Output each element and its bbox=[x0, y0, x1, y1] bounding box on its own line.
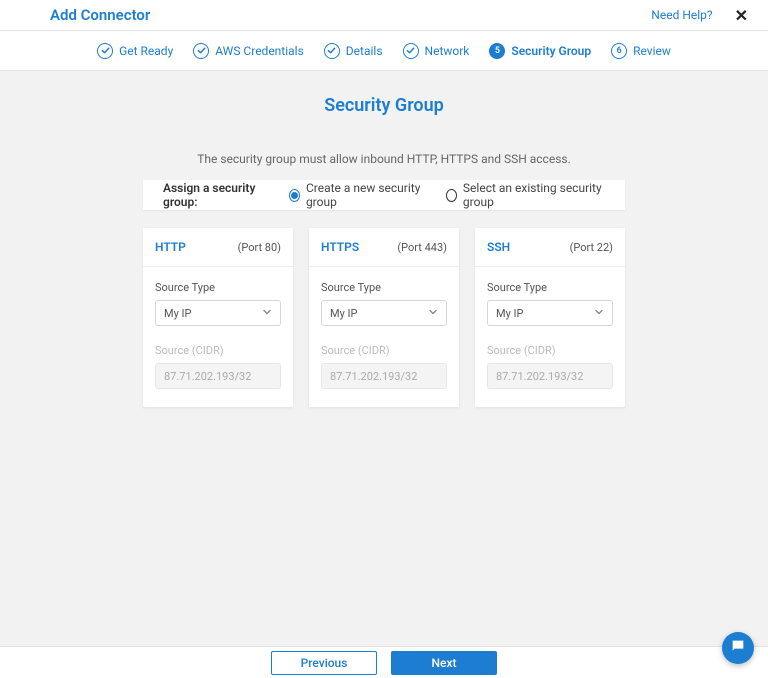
radio-icon bbox=[446, 189, 457, 202]
wizard-header: Add Connector Need Help? ✕ bbox=[0, 0, 768, 31]
next-button[interactable]: Next bbox=[391, 651, 497, 675]
rule-card-header: HTTP (Port 80) bbox=[143, 228, 293, 267]
step-label: Review bbox=[633, 44, 671, 58]
source-type-label: Source Type bbox=[155, 281, 281, 294]
check-icon bbox=[403, 43, 419, 59]
source-type-select[interactable]: My IP bbox=[487, 300, 613, 326]
page-title-header: Add Connector bbox=[50, 6, 150, 24]
step-label: Security Group bbox=[511, 44, 591, 58]
rule-card-http: HTTP (Port 80) Source Type My IP Source … bbox=[143, 228, 293, 407]
step-review[interactable]: 6 Review bbox=[611, 43, 671, 59]
previous-button[interactable]: Previous bbox=[271, 651, 377, 675]
select-value: My IP bbox=[496, 307, 523, 320]
radio-select-existing[interactable]: Select an existing security group bbox=[446, 181, 605, 209]
wizard-steps: Get Ready AWS Credentials Details Networ… bbox=[0, 31, 768, 71]
select-value: My IP bbox=[330, 307, 357, 320]
rule-card-body: Source Type My IP Source (CIDR) 87.71.20… bbox=[143, 267, 293, 407]
source-type-select[interactable]: My IP bbox=[321, 300, 447, 326]
radio-create-new[interactable]: Create a new security group bbox=[289, 181, 428, 209]
port-label: (Port 80) bbox=[238, 241, 281, 254]
cidr-value: 87.71.202.193/32 bbox=[330, 370, 417, 383]
radio-icon bbox=[289, 189, 300, 202]
page-subtitle: The security group must allow inbound HT… bbox=[197, 152, 571, 166]
check-icon bbox=[193, 43, 209, 59]
step-label: Get Ready bbox=[119, 44, 173, 58]
wizard-body: Security Group The security group must a… bbox=[0, 71, 768, 407]
cidr-value: 87.71.202.193/32 bbox=[496, 370, 583, 383]
step-details[interactable]: Details bbox=[324, 43, 383, 59]
rule-card-header: HTTPS (Port 443) bbox=[309, 228, 459, 267]
radio-label: Create a new security group bbox=[306, 181, 428, 209]
rule-card-ssh: SSH (Port 22) Source Type My IP Source (… bbox=[475, 228, 625, 407]
protocol-label: HTTPS bbox=[321, 240, 359, 254]
rule-cards: HTTP (Port 80) Source Type My IP Source … bbox=[143, 228, 625, 407]
chat-icon bbox=[730, 638, 746, 658]
cidr-value: 87.71.202.193/32 bbox=[164, 370, 251, 383]
cidr-input: 87.71.202.193/32 bbox=[155, 363, 281, 389]
port-label: (Port 22) bbox=[570, 241, 613, 254]
step-security-group[interactable]: 5 Security Group bbox=[489, 43, 591, 59]
step-label: Network bbox=[425, 44, 470, 58]
need-help-link[interactable]: Need Help? bbox=[651, 8, 712, 22]
assign-label: Assign a security group: bbox=[163, 181, 271, 209]
source-type-label: Source Type bbox=[487, 281, 613, 294]
rule-card-body: Source Type My IP Source (CIDR) 87.71.20… bbox=[309, 267, 459, 407]
port-label: (Port 443) bbox=[397, 241, 447, 254]
cidr-label: Source (CIDR) bbox=[487, 344, 613, 357]
step-label: AWS Credentials bbox=[215, 44, 304, 58]
page-title: Security Group bbox=[324, 95, 444, 116]
check-icon bbox=[324, 43, 340, 59]
close-icon[interactable]: ✕ bbox=[731, 4, 752, 27]
chevron-down-icon bbox=[428, 307, 438, 320]
rule-card-https: HTTPS (Port 443) Source Type My IP Sourc… bbox=[309, 228, 459, 407]
step-get-ready[interactable]: Get Ready bbox=[97, 43, 173, 59]
step-number-icon: 6 bbox=[611, 43, 627, 59]
cidr-input: 87.71.202.193/32 bbox=[321, 363, 447, 389]
rule-card-body: Source Type My IP Source (CIDR) 87.71.20… bbox=[475, 267, 625, 407]
source-type-select[interactable]: My IP bbox=[155, 300, 281, 326]
wizard-footer: Previous Next bbox=[0, 646, 768, 678]
assign-security-group-bar: Assign a security group: Create a new se… bbox=[143, 180, 625, 210]
protocol-label: HTTP bbox=[155, 240, 186, 254]
step-number-icon: 5 bbox=[489, 43, 505, 59]
cidr-label: Source (CIDR) bbox=[321, 344, 447, 357]
chevron-down-icon bbox=[262, 307, 272, 320]
cidr-input: 87.71.202.193/32 bbox=[487, 363, 613, 389]
chevron-down-icon bbox=[594, 307, 604, 320]
step-aws-credentials[interactable]: AWS Credentials bbox=[193, 43, 304, 59]
radio-label: Select an existing security group bbox=[463, 181, 605, 209]
check-icon bbox=[97, 43, 113, 59]
step-network[interactable]: Network bbox=[403, 43, 470, 59]
rule-card-header: SSH (Port 22) bbox=[475, 228, 625, 267]
cidr-label: Source (CIDR) bbox=[155, 344, 281, 357]
source-type-label: Source Type bbox=[321, 281, 447, 294]
header-actions: Need Help? ✕ bbox=[651, 4, 752, 27]
protocol-label: SSH bbox=[487, 240, 510, 254]
step-label: Details bbox=[346, 44, 383, 58]
chat-launcher[interactable] bbox=[722, 632, 754, 664]
select-value: My IP bbox=[164, 307, 191, 320]
